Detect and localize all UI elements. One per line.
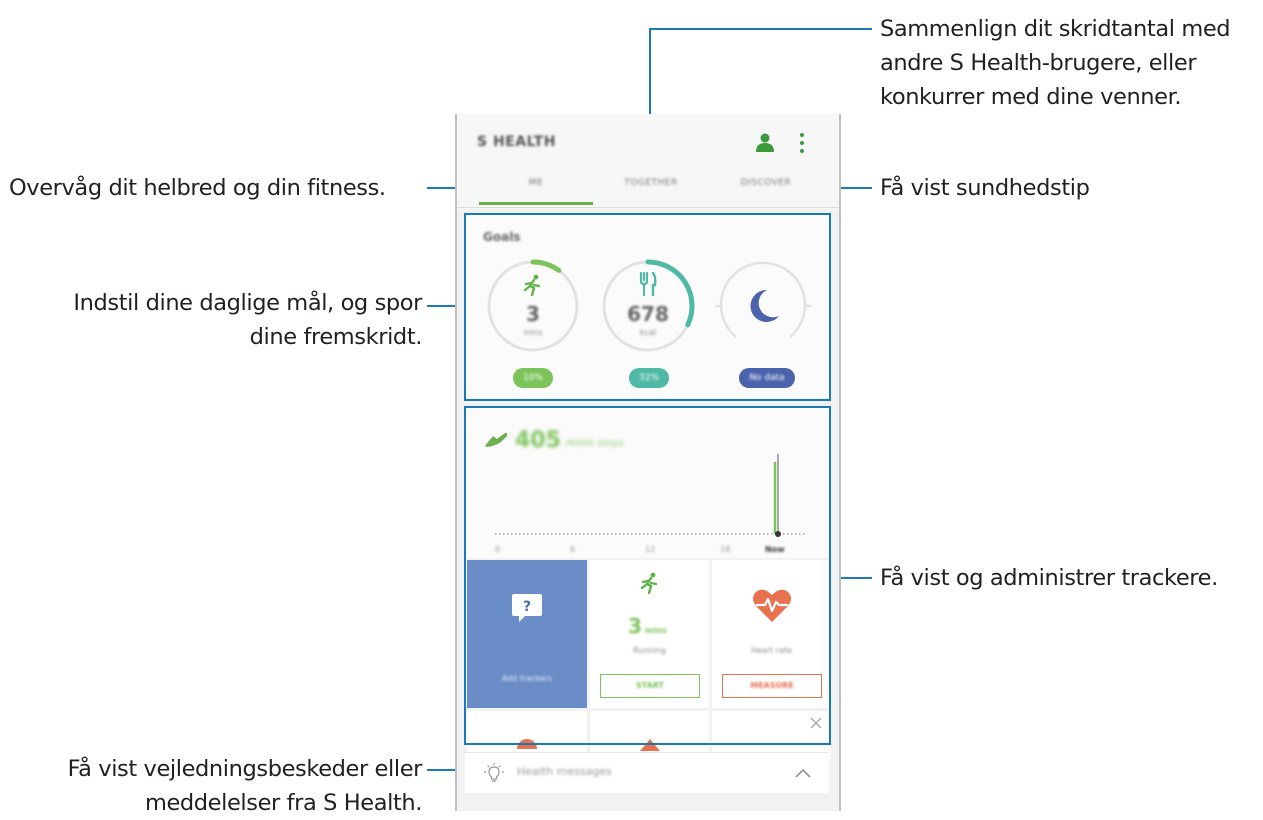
callout-messages-line-1: Få vist vejledningsbeskeder eller <box>67 756 423 782</box>
callout-goals-line-2: dine fremskridt. <box>249 324 423 350</box>
callout-trackers: Få vist og administrer trackere. <box>880 565 1218 591</box>
tab-together[interactable]: TOGETHER <box>593 178 709 188</box>
lightbulb-icon <box>484 763 504 782</box>
tab-discover[interactable]: DISCOVER <box>708 178 824 188</box>
tab-me[interactable]: ME <box>478 178 594 188</box>
callout-discover: Få vist sundhedstip <box>880 175 1090 201</box>
callout-together-line-1: Sammenlign dit skridtantal med <box>880 16 1231 42</box>
callout-messages-line-2: meddelelser fra S Health. <box>144 790 422 816</box>
callout-together-line-3: konkurrer med dine venner. <box>880 84 1182 110</box>
tab-selected-indicator <box>479 202 593 205</box>
app-title: S HEALTH <box>477 134 556 150</box>
callout-together-line-2: andre S Health-brugere, eller <box>880 50 1197 76</box>
app-bar: S HEALTH ME TOGETHER DISCOVER <box>457 114 839 209</box>
health-messages-bar[interactable]: Health messages <box>465 752 829 793</box>
goals-highlight-frame <box>464 213 831 401</box>
callout-together: Sammenlign dit skridtantal med andre S H… <box>880 12 1231 114</box>
profile-icon[interactable] <box>755 132 775 152</box>
trackers-highlight-frame <box>464 406 831 745</box>
callout-me: Overvåg dit helbred og din fitness. <box>9 175 386 201</box>
phone-screen: S HEALTH ME TOGETHER DISCOVER Goals 3 mi… <box>455 114 841 811</box>
tab-divider <box>457 207 839 208</box>
callout-goals: Indstil dine daglige mål, og spor dine f… <box>73 286 422 354</box>
health-messages-label: Health messages <box>517 765 612 778</box>
more-options-icon[interactable] <box>798 132 806 154</box>
leader-together-h <box>650 28 872 30</box>
callout-messages: Få vist vejledningsbeskeder eller meddel… <box>67 752 423 820</box>
chevron-up-icon[interactable] <box>795 768 811 778</box>
callout-goals-line-1: Indstil dine daglige mål, og spor <box>73 290 422 316</box>
